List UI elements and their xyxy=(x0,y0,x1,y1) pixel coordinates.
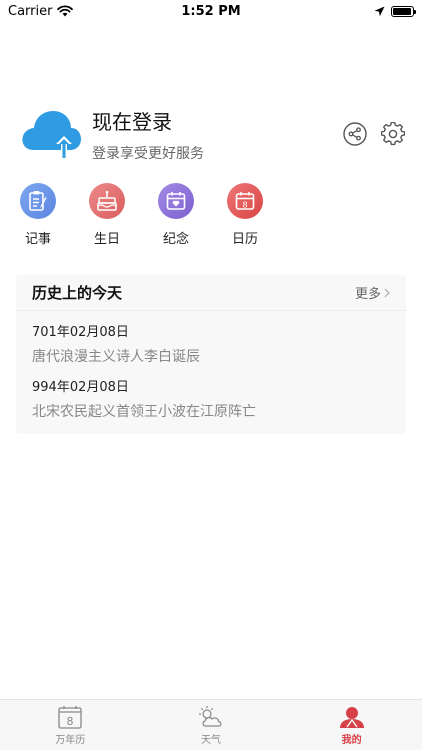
calendar-day: 8 xyxy=(242,201,247,210)
quick-action-label: 纪念 xyxy=(162,232,189,247)
login-subtitle: 登录享受更好服务 xyxy=(92,145,204,162)
quick-action-calendar[interactable]: 8 日历 xyxy=(227,183,296,247)
birthday-cake-icon xyxy=(89,183,125,219)
history-date: 994年02月08日 xyxy=(32,380,129,395)
tab-label: 万年历 xyxy=(55,734,86,746)
notebook-icon xyxy=(20,183,56,219)
login-title[interactable]: 现在登录 xyxy=(92,106,204,135)
quick-action-anniversary[interactable]: 纪念 xyxy=(158,183,227,247)
status-bar: Carrier 1:52 PM xyxy=(0,0,422,22)
history-item[interactable]: 701年02月08日 唐代浪漫主义诗人李白诞辰 xyxy=(32,321,390,366)
wifi-icon xyxy=(57,5,74,17)
tab-weather[interactable]: 天气 xyxy=(161,705,261,746)
calendar-icon: 8 xyxy=(227,183,263,219)
share-icon xyxy=(343,122,367,146)
quick-actions: 记事 生日 纪念 8 日历 xyxy=(20,183,296,247)
tab-bar: 8 万年历 天气 我的 xyxy=(0,699,422,750)
heart-calendar-icon xyxy=(158,183,194,219)
status-right xyxy=(374,5,416,17)
share-button[interactable] xyxy=(342,121,368,147)
history-event: 北宋农民起义首领王小波在江原阵亡 xyxy=(32,404,256,420)
carrier-label: Carrier xyxy=(8,3,53,19)
gear-icon xyxy=(381,122,405,146)
battery-icon xyxy=(391,5,416,17)
settings-button[interactable] xyxy=(380,121,406,147)
calendar-tab-icon: 8 xyxy=(58,705,82,729)
history-event: 唐代浪漫主义诗人李白诞辰 xyxy=(32,349,200,365)
weather-tab-icon xyxy=(198,705,222,727)
tab-calendar-day: 8 xyxy=(67,715,74,728)
history-item[interactable]: 994年02月08日 北宋农民起义首领王小波在江原阵亡 xyxy=(32,376,390,421)
history-list: 701年02月08日 唐代浪漫主义诗人李白诞辰 994年02月08日 北宋农民起… xyxy=(16,321,406,421)
quick-action-label: 生日 xyxy=(93,232,120,247)
tab-label: 天气 xyxy=(200,734,221,746)
history-date: 701年02月08日 xyxy=(32,325,129,340)
history-today-card: 历史上的今天 更多 701年02月08日 唐代浪漫主义诗人李白诞辰 994年02… xyxy=(16,275,406,434)
profile-tab-icon xyxy=(339,706,364,728)
cloud-upload-icon[interactable] xyxy=(20,106,82,162)
quick-action-birthday[interactable]: 生日 xyxy=(89,183,158,247)
quick-action-notes[interactable]: 记事 xyxy=(20,183,89,247)
profile-page: Carrier 1:52 PM 现在登录 登录享受更好服务 记事 生日 纪念 8… xyxy=(0,0,422,750)
quick-action-label: 记事 xyxy=(24,232,51,247)
login-header[interactable]: 现在登录 登录享受更好服务 xyxy=(20,104,406,164)
history-header: 历史上的今天 更多 xyxy=(16,275,406,311)
location-arrow-icon xyxy=(374,6,385,16)
tab-label: 我的 xyxy=(341,734,362,746)
history-title: 历史上的今天 xyxy=(32,284,123,302)
tab-calendar[interactable]: 8 万年历 xyxy=(20,705,120,746)
more-label: 更多 xyxy=(354,287,381,302)
login-text: 现在登录 登录享受更好服务 xyxy=(92,106,204,163)
chevron-right-icon xyxy=(384,288,390,297)
quick-action-label: 日历 xyxy=(231,232,258,247)
status-left: Carrier xyxy=(8,3,74,19)
tab-mine[interactable]: 我的 xyxy=(302,705,402,746)
more-link[interactable]: 更多 xyxy=(355,283,390,302)
header-actions xyxy=(342,121,406,147)
battery-level xyxy=(393,7,412,15)
